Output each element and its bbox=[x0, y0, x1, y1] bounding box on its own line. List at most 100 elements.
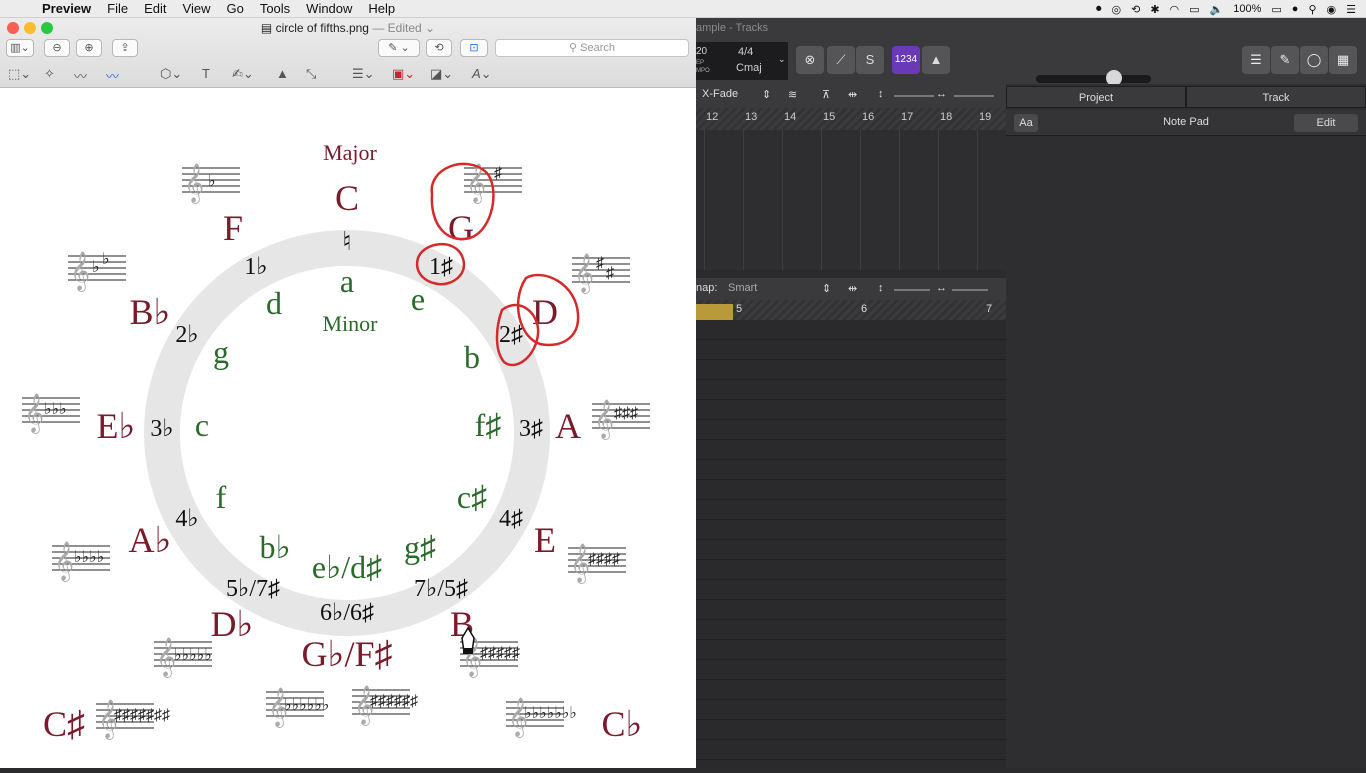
border-color-icon[interactable]: ▣⌄ bbox=[392, 66, 415, 82]
fit-icon[interactable]: ⇹ bbox=[848, 282, 857, 295]
note-pad-button[interactable]: ✎ bbox=[1271, 46, 1299, 74]
replace-mode-button[interactable]: ⊗ bbox=[796, 46, 824, 74]
menu-edit[interactable]: Edit bbox=[136, 1, 174, 16]
piano-roll-grid[interactable] bbox=[696, 320, 1006, 768]
count-7-flat-5-sharp: 7♭/5♯ bbox=[414, 576, 468, 602]
key-ab: A♭ bbox=[129, 520, 172, 560]
solo-button[interactable]: S bbox=[856, 46, 884, 74]
master-volume-slider[interactable] bbox=[1036, 75, 1151, 83]
user-icon[interactable]: ● bbox=[1292, 3, 1299, 15]
selection-tool-icon[interactable]: ⬚⌄ bbox=[8, 66, 31, 82]
minor-b: b bbox=[464, 339, 480, 375]
sign-tool-icon[interactable]: ✍⌄ bbox=[232, 66, 254, 82]
text-style-icon[interactable]: A⌄ bbox=[472, 66, 492, 82]
airplay-icon[interactable]: ▭ bbox=[1189, 3, 1199, 16]
volume-icon[interactable]: 🔈 bbox=[1210, 3, 1224, 16]
sidebar-button[interactable]: ▥⌄ bbox=[6, 39, 34, 57]
list-editors-button[interactable]: ☰ bbox=[1242, 46, 1270, 74]
tracks-grid[interactable] bbox=[696, 130, 1006, 270]
svg-text:♯♯♯: ♯♯♯ bbox=[614, 405, 638, 422]
edit-button[interactable]: Edit bbox=[1294, 114, 1358, 132]
vertical-zoom-icon[interactable]: ⊼ bbox=[822, 88, 830, 101]
draw-tool-icon[interactable]: 〰 bbox=[106, 66, 119, 85]
svg-text:♯: ♯ bbox=[494, 165, 502, 182]
waveform-zoom-icon[interactable]: ≋ bbox=[788, 88, 797, 101]
sketch-tool-icon[interactable]: 〰 bbox=[74, 66, 87, 85]
xfade-menu[interactable]: X-Fade bbox=[702, 88, 738, 100]
count-in-button[interactable]: 1234 bbox=[892, 46, 920, 74]
circle-of-fifths-diagram: 𝄞 Major Minor C ♮ a G D A E B G♭/F♯ D♭ A… bbox=[21, 140, 651, 744]
zoom-in-button[interactable]: ⊕ bbox=[76, 39, 102, 57]
shape-style-icon[interactable]: ☰⌄ bbox=[352, 66, 375, 82]
share-button[interactable]: ⇪ bbox=[112, 39, 138, 57]
grid-line bbox=[977, 130, 978, 270]
markup-toolbar-button[interactable]: ⊡ bbox=[460, 39, 488, 57]
lcd-tempo-label: EP bbox=[696, 60, 705, 66]
fit-icon[interactable]: ⇹ bbox=[848, 88, 857, 101]
lcd-key: Cmaj bbox=[736, 62, 762, 74]
metronome-button[interactable]: ▲ bbox=[922, 46, 950, 74]
svg-text:♯: ♯ bbox=[606, 265, 614, 282]
minor-bb: b♭ bbox=[259, 529, 290, 565]
menu-tools[interactable]: Tools bbox=[252, 1, 298, 16]
svg-text:♭♭♭♭♭♭♭: ♭♭♭♭♭♭♭ bbox=[524, 705, 577, 722]
font-button[interactable]: Aa bbox=[1014, 114, 1038, 132]
siri-icon[interactable]: ◉ bbox=[1327, 3, 1337, 16]
svg-text:♭: ♭ bbox=[208, 173, 216, 190]
lcd-bar: 20 bbox=[696, 46, 708, 57]
pen-button[interactable]: ✎ ⌄ bbox=[378, 39, 420, 57]
tracks-area: X-Fade ⇕ ≋ ⊼ ⇹ ↕ ↔ 12 13 14 15 16 17 18 … bbox=[696, 84, 1006, 270]
image-canvas[interactable]: 𝄞 Major Minor C ♮ a G D A E B G♭/F♯ D♭ A… bbox=[0, 88, 696, 768]
lcd-tempo-label-2: MPO bbox=[696, 68, 710, 74]
minor-f: f bbox=[216, 479, 227, 515]
snap-menu[interactable]: Smart bbox=[728, 282, 757, 294]
menu-window[interactable]: Window bbox=[298, 1, 360, 16]
document-icon: ▤ bbox=[260, 21, 276, 35]
shapes-tool-icon[interactable]: ⬡⌄ bbox=[160, 66, 182, 82]
tracks-ruler[interactable]: 12 13 14 15 16 17 18 19 bbox=[696, 108, 1006, 130]
minor-label: Minor bbox=[323, 311, 379, 336]
search-field[interactable]: ⚲ Search bbox=[495, 39, 689, 57]
notification-center-icon[interactable]: ☰ bbox=[1346, 3, 1356, 16]
region-marker[interactable] bbox=[696, 304, 733, 320]
piano-roll-ruler[interactable]: 5 6 7 bbox=[696, 300, 1006, 320]
tab-track[interactable]: Track bbox=[1186, 86, 1366, 108]
svg-text:♯♯♯♯♯♯: ♯♯♯♯♯♯ bbox=[370, 693, 418, 710]
adjust-color-icon[interactable]: ▲ bbox=[276, 66, 289, 81]
time-machine-icon[interactable]: ⟲ bbox=[1131, 3, 1140, 16]
menu-app-preview[interactable]: Preview bbox=[36, 1, 99, 16]
creative-cloud-icon[interactable]: ◎ bbox=[1111, 3, 1121, 16]
bluetooth-icon[interactable]: ✱ bbox=[1150, 3, 1159, 16]
screen-record-icon[interactable]: ⏺ bbox=[1096, 3, 1102, 16]
loop-browser-button[interactable]: ◯ bbox=[1300, 46, 1328, 74]
lcd-chevron-icon[interactable]: ⌄ bbox=[778, 54, 786, 65]
spotlight-icon[interactable]: ⚲ bbox=[1308, 3, 1316, 16]
menu-file[interactable]: File bbox=[99, 1, 136, 16]
menu-view[interactable]: View bbox=[175, 1, 219, 16]
horizontal-zoom-slider[interactable] bbox=[954, 95, 994, 97]
key-cs: C♯ bbox=[43, 704, 85, 744]
menu-help[interactable]: Help bbox=[360, 1, 403, 16]
text-tool-icon[interactable]: T bbox=[202, 66, 210, 81]
grid-line bbox=[782, 130, 783, 270]
pr-vertical-zoom-slider[interactable] bbox=[894, 289, 930, 291]
document-title: ▤ circle of fifths.png — Edited ⌄ bbox=[260, 21, 436, 35]
lcd-display[interactable]: 20 EP MPO 4/4 Cmaj ⌄ bbox=[696, 42, 788, 80]
key-e: E bbox=[534, 520, 556, 560]
browser-button[interactable]: ▦ bbox=[1329, 46, 1357, 74]
zoom-out-button[interactable]: ⊖ bbox=[44, 39, 70, 57]
battery-icon[interactable]: ▭ bbox=[1271, 3, 1281, 16]
staff-db: ♭♭♭♭♭ bbox=[153, 636, 213, 679]
tab-project[interactable]: Project bbox=[1006, 86, 1186, 108]
rotate-button[interactable]: ⟲ bbox=[426, 39, 452, 57]
wifi-icon[interactable]: ◠ bbox=[1170, 3, 1180, 16]
fill-color-icon[interactable]: ◪⌄ bbox=[430, 66, 453, 82]
adjust-size-icon[interactable]: ⤡ bbox=[306, 66, 316, 82]
tuner-button[interactable]: ⟋ bbox=[827, 46, 855, 74]
edited-status[interactable]: — Edited bbox=[372, 21, 421, 35]
snap-label: nap: bbox=[696, 282, 718, 294]
vertical-zoom-slider[interactable] bbox=[894, 95, 934, 97]
instant-alpha-icon[interactable]: ✧ bbox=[44, 66, 55, 82]
pr-horizontal-zoom-slider[interactable] bbox=[952, 289, 988, 291]
menu-go[interactable]: Go bbox=[218, 1, 251, 16]
